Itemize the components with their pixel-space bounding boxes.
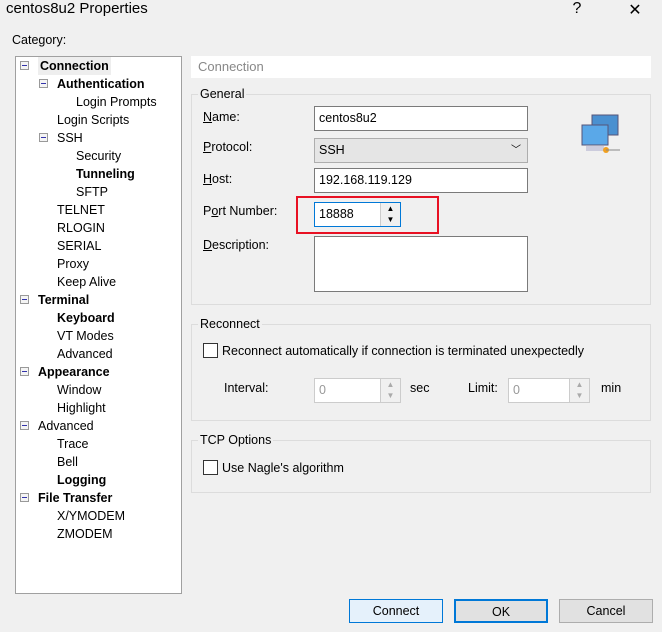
general-legend: General bbox=[200, 87, 245, 101]
interval-label: Interval: bbox=[224, 381, 269, 395]
collapse-icon[interactable] bbox=[20, 61, 29, 70]
reconnect-checkbox[interactable] bbox=[203, 343, 218, 358]
interval-unit: sec bbox=[410, 381, 430, 395]
spin-up-icon[interactable]: ▲ bbox=[381, 203, 400, 214]
protocol-select[interactable]: SSH ﹀ bbox=[314, 138, 528, 163]
category-label: Category: bbox=[12, 33, 67, 47]
collapse-icon[interactable] bbox=[20, 367, 29, 376]
tree-item[interactable]: Appearance bbox=[38, 363, 110, 381]
tree-item[interactable]: SFTP bbox=[76, 183, 108, 201]
nagle-checkbox[interactable] bbox=[203, 460, 218, 475]
port-label: Port Number: bbox=[203, 204, 278, 218]
reconnect-legend: Reconnect bbox=[200, 317, 260, 331]
tree-item[interactable]: Trace bbox=[57, 435, 89, 453]
limit-input[interactable]: 0 ▲ ▼ bbox=[508, 378, 590, 403]
panel-header: Connection bbox=[191, 56, 651, 78]
tree-item[interactable]: ZMODEM bbox=[57, 525, 113, 543]
collapse-icon[interactable] bbox=[20, 421, 29, 430]
tree-item[interactable]: RLOGIN bbox=[57, 219, 105, 237]
collapse-icon[interactable] bbox=[20, 295, 29, 304]
tree-item[interactable]: Login Scripts bbox=[57, 111, 129, 129]
tree-item[interactable]: TELNET bbox=[57, 201, 105, 219]
help-button[interactable]: ? bbox=[562, 0, 592, 18]
tree-item[interactable]: SERIAL bbox=[57, 237, 101, 255]
tree-item[interactable]: Keyboard bbox=[57, 309, 115, 327]
limit-label: Limit: bbox=[468, 381, 498, 395]
tree-item[interactable]: Bell bbox=[57, 453, 78, 471]
tree-item[interactable]: Logging bbox=[57, 471, 106, 489]
tree-item[interactable]: VT Modes bbox=[57, 327, 114, 345]
close-button[interactable]: ✕ bbox=[620, 0, 650, 20]
spin-down-icon[interactable]: ▼ bbox=[381, 214, 400, 225]
tree-item[interactable]: Authentication bbox=[57, 75, 145, 93]
collapse-icon[interactable] bbox=[39, 79, 48, 88]
limit-value: 0 bbox=[513, 383, 520, 397]
tree-item[interactable]: Terminal bbox=[38, 291, 89, 309]
limit-spinner[interactable]: ▲ ▼ bbox=[569, 379, 589, 402]
category-tree[interactable]: Connection Authentication Login Prompts Log… bbox=[15, 56, 182, 594]
name-input[interactable]: centos8u2 bbox=[314, 106, 528, 131]
tree-item[interactable]: Advanced bbox=[57, 345, 113, 363]
tree-item[interactable]: Keep Alive bbox=[57, 273, 116, 291]
tcp-legend: TCP Options bbox=[200, 433, 272, 447]
tree-item[interactable]: Security bbox=[76, 147, 121, 165]
collapse-icon[interactable] bbox=[39, 133, 48, 142]
name-label: Name: bbox=[203, 110, 240, 124]
limit-unit: min bbox=[601, 381, 622, 395]
network-computers-icon bbox=[581, 114, 620, 153]
port-spinner[interactable]: ▲ ▼ bbox=[380, 203, 400, 226]
tree-item[interactable]: Advanced bbox=[38, 417, 94, 435]
connect-button[interactable]: Connect bbox=[349, 599, 443, 623]
reconnect-group: Reconnect bbox=[191, 317, 651, 421]
tree-item[interactable]: File Transfer bbox=[38, 489, 112, 507]
protocol-label: Protocol: bbox=[203, 140, 253, 154]
ok-button[interactable]: OK bbox=[454, 599, 548, 623]
port-value: 18888 bbox=[319, 207, 354, 221]
interval-value: 0 bbox=[319, 383, 326, 397]
reconnect-label[interactable]: Reconnect automatically if connection is… bbox=[222, 344, 584, 358]
tree-item[interactable]: SSH bbox=[57, 129, 83, 147]
host-input[interactable]: 192.168.119.129 bbox=[314, 168, 528, 193]
tree-item[interactable]: Connection bbox=[38, 57, 111, 75]
cancel-button[interactable]: Cancel bbox=[559, 599, 653, 623]
description-input[interactable] bbox=[314, 236, 528, 292]
nagle-label[interactable]: Use Nagle's algorithm bbox=[222, 461, 344, 475]
tree-item[interactable]: Tunneling bbox=[76, 165, 135, 183]
chevron-down-icon: ﹀ bbox=[511, 145, 521, 156]
tree-item[interactable]: Highlight bbox=[57, 399, 106, 417]
interval-input[interactable]: 0 ▲ ▼ bbox=[314, 378, 401, 403]
tree-item[interactable]: Login Prompts bbox=[76, 93, 157, 111]
tree-item[interactable]: Proxy bbox=[57, 255, 89, 273]
protocol-value: SSH bbox=[319, 143, 345, 157]
collapse-icon[interactable] bbox=[20, 493, 29, 502]
window-title: centos8u2 Properties bbox=[6, 0, 148, 17]
description-label: Description: bbox=[203, 238, 270, 252]
interval-spinner[interactable]: ▲ ▼ bbox=[380, 379, 400, 402]
tree-item[interactable]: X/YMODEM bbox=[57, 507, 125, 525]
host-label: Host: bbox=[203, 172, 233, 186]
tree-item[interactable]: Window bbox=[57, 381, 101, 399]
port-input[interactable]: 18888 ▲ ▼ bbox=[314, 202, 401, 227]
